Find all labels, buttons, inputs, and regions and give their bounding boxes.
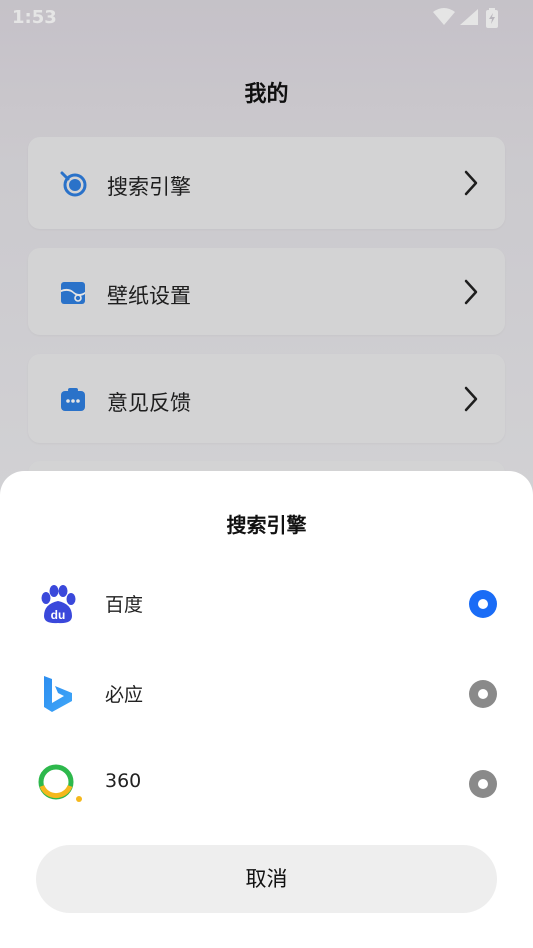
radio-selected[interactable]	[469, 590, 497, 618]
engine-option-360[interactable]: 360	[0, 749, 533, 819]
search-engine-sheet: 搜索引擎 du 百度 必应 360 取消	[0, 471, 533, 948]
engine-label: 百度	[105, 594, 144, 616]
bing-logo-icon	[44, 676, 72, 712]
cancel-button[interactable]: 取消	[36, 845, 497, 913]
engine-option-bing[interactable]: 必应	[0, 659, 533, 729]
engine-label: 360	[105, 770, 142, 792]
sheet-title: 搜索引擎	[226, 513, 307, 537]
radio-dot	[478, 779, 488, 789]
360-logo-icon	[38, 764, 82, 802]
profile-screen: 1:53 我的 搜索引擎 壁纸设置 意见反馈 搜索引擎 du 百度 必应 360…	[0, 0, 533, 948]
engine-option-baidu[interactable]: du 百度	[0, 569, 533, 639]
baidu-logo-icon: du	[41, 585, 76, 624]
radio-unselected[interactable]	[469, 680, 497, 708]
engine-label: 必应	[105, 684, 144, 706]
radio-dot	[478, 689, 488, 699]
radio-unselected[interactable]	[469, 770, 497, 798]
svg-text:du: du	[51, 608, 66, 622]
radio-dot	[478, 599, 488, 609]
